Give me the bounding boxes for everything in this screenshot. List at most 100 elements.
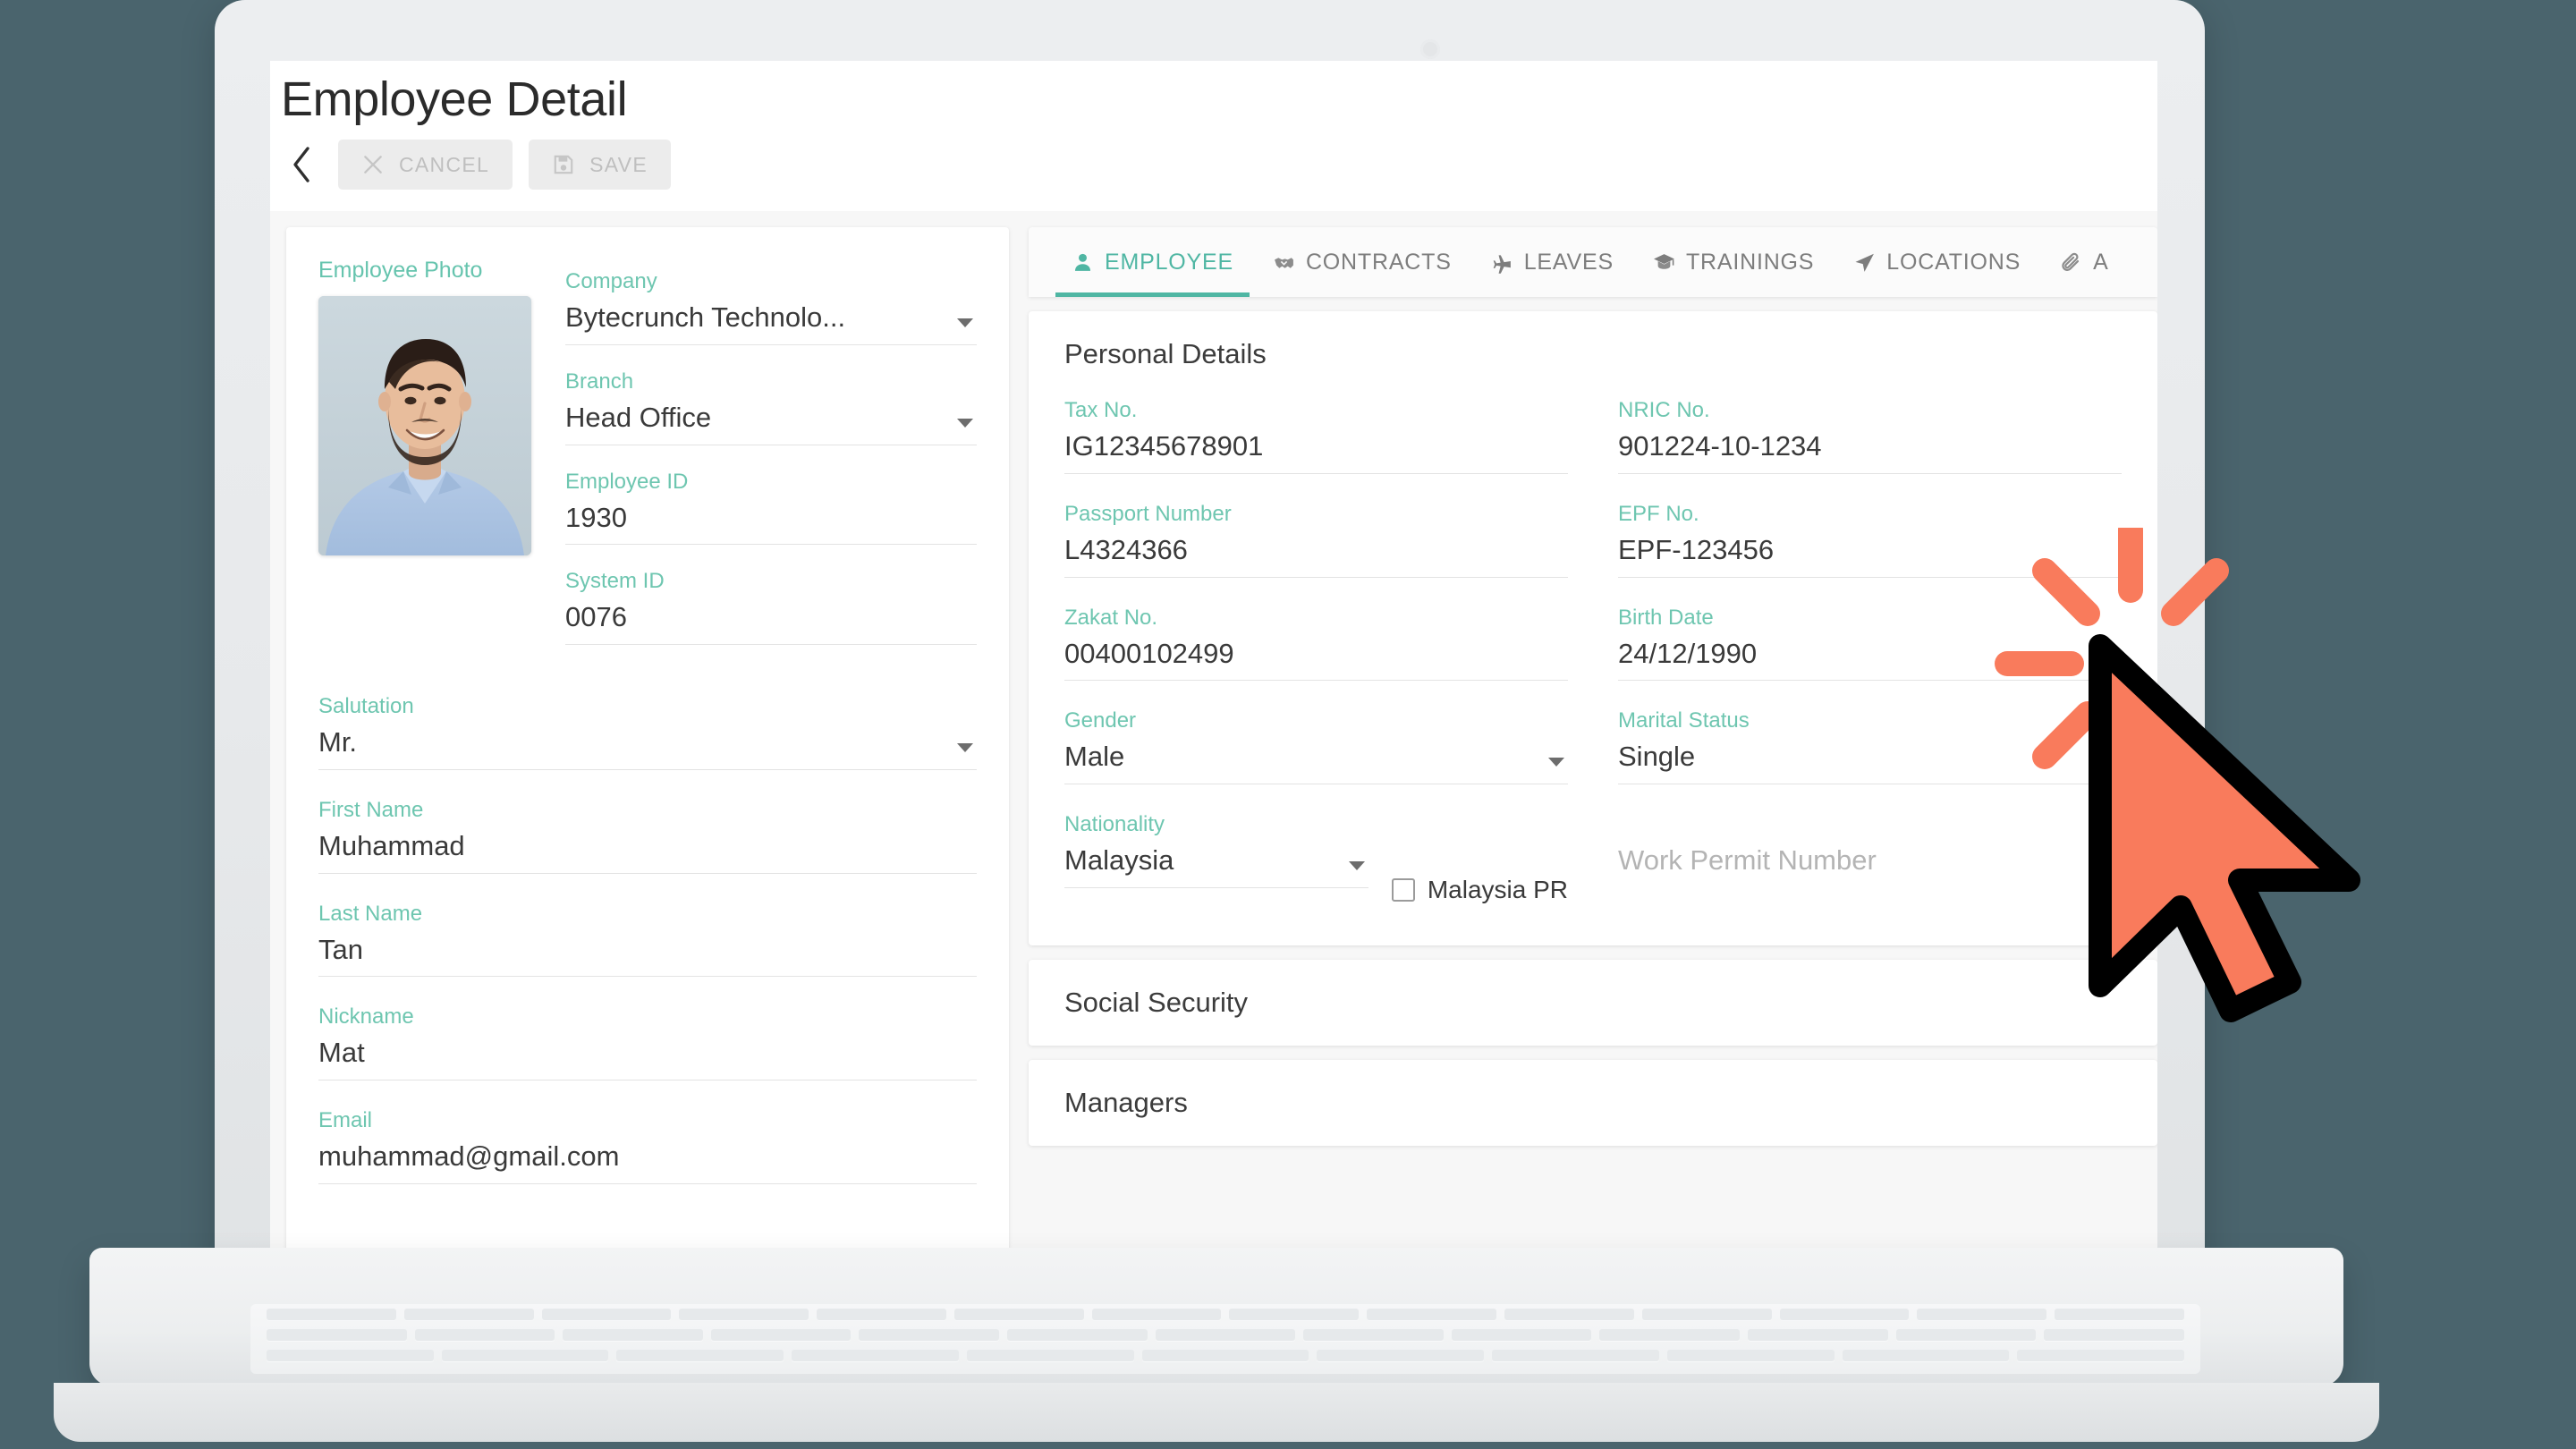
page-title: Employee Detail [281,72,627,127]
field-first-name[interactable]: First Name Muhammad [318,797,977,874]
employee-detail-panel: EMPLOYEE CONTRACTS LEAVES [1029,227,2157,1252]
tab-attachments[interactable]: A [2040,227,2128,297]
field-value: Single [1618,740,2122,784]
field-zakat-no[interactable]: Zakat No. 00400102499 [1064,605,1568,682]
app-screen: Employee Detail CANCEL SAVE [270,61,2157,1252]
social-security-section[interactable]: Social Security [1029,960,2157,1046]
nationality-grid: Nationality Malaysia Malaysia PR [1064,811,2122,915]
field-tax-no[interactable]: Tax No. IG12345678901 [1064,397,1568,474]
employee-photo-column: Employee Photo [318,258,542,668]
tab-trainings[interactable]: TRAININGS [1633,227,1834,297]
field-value: Tan [318,933,977,978]
field-marital-status[interactable]: Marital Status Single [1618,708,2122,784]
field-salutation[interactable]: Salutation Mr. [318,693,977,770]
handshake-icon [1273,251,1295,274]
field-placeholder: Work Permit Number [1618,843,2122,887]
field-value: Bytecrunch Technolo... [565,301,977,345]
graduation-cap-icon [1653,251,1675,274]
field-value: 1930 [565,501,977,546]
field-label: First Name [318,797,977,824]
field-label: Last Name [318,901,977,928]
tab-employee[interactable]: EMPLOYEE [1052,227,1253,297]
field-label: Branch [565,369,977,395]
nationality-row: Nationality Malaysia Malaysia PR [1064,811,1568,915]
field-value: 24/12/1990 [1618,637,2122,682]
field-value: 0076 [565,600,977,645]
field-epf-no[interactable]: EPF No. EPF-123456 [1618,501,2122,578]
person-icon [1072,251,1094,274]
employee-photo-label: Employee Photo [318,258,542,284]
laptop-keyboard [250,1304,2200,1374]
field-work-permit-number[interactable]: Work Permit Number [1618,811,2122,888]
field-passport-number[interactable]: Passport Number L4324366 [1064,501,1568,578]
chevron-down-icon[interactable] [957,419,973,428]
section-title: Social Security [1064,987,1248,1018]
field-value: Muhammad [318,829,977,874]
tab-locations[interactable]: LOCATIONS [1834,227,2040,297]
tab-contracts[interactable]: CONTRACTS [1253,227,1471,297]
field-label: Employee ID [565,469,977,496]
chevron-down-icon[interactable] [957,743,973,752]
personal-details-section: Personal Details Tax No. IG12345678901 N… [1029,311,2157,945]
field-label: Salutation [318,693,977,720]
back-button[interactable] [281,141,322,188]
employee-photo[interactable] [318,296,531,555]
field-value: muhammad@gmail.com [318,1140,977,1184]
field-label: Birth Date [1618,605,2122,631]
chevron-down-icon[interactable] [2102,758,2118,767]
field-branch[interactable]: Branch Head Office [565,369,977,445]
laptop-foot [54,1383,2379,1442]
managers-section[interactable]: Managers [1029,1060,2157,1146]
field-system-id[interactable]: System ID 0076 [565,568,977,645]
paperclip-icon [2060,251,2082,274]
content-area: Employee Photo [270,211,2157,1252]
field-label: System ID [565,568,977,595]
field-value: IG12345678901 [1064,429,1568,474]
field-gender[interactable]: Gender Male [1064,708,1568,784]
section-title: Personal Details [1064,338,2122,370]
field-company[interactable]: Company Bytecrunch Technolo... [565,268,977,345]
chevron-down-icon[interactable] [1349,861,1365,870]
field-label [1618,811,2122,838]
chevron-down-icon[interactable] [957,318,973,327]
photo-and-ids-row: Employee Photo [318,258,977,668]
field-label: Nationality [1064,811,1368,838]
field-value: Mr. [318,725,977,770]
tab-label: LEAVES [1524,250,1614,275]
personal-name-fields: Salutation Mr. First Name Muhammad Last … [318,693,977,1184]
field-nickname[interactable]: Nickname Mat [318,1004,977,1080]
field-label: Email [318,1107,977,1134]
field-last-name[interactable]: Last Name Tan [318,901,977,978]
field-email[interactable]: Email muhammad@gmail.com [318,1107,977,1184]
field-label: Company [565,268,977,295]
checkbox-box-icon[interactable] [1392,878,1415,902]
screenshot-stage: Employee Detail CANCEL SAVE [0,0,2576,1449]
tab-leaves[interactable]: LEAVES [1471,227,1633,297]
field-employee-id[interactable]: Employee ID 1930 [565,469,977,546]
field-value: Head Office [565,401,977,445]
personal-details-grid: Tax No. IG12345678901 NRIC No. 901224-10… [1064,397,2122,811]
field-value: 901224-10-1234 [1618,429,2122,474]
malaysia-pr-label: Malaysia PR [1428,876,1568,904]
field-value: 00400102499 [1064,637,1568,682]
field-value: Malaysia [1064,843,1368,888]
save-button[interactable]: SAVE [529,140,671,190]
avatar-portrait-icon [318,296,531,555]
malaysia-pr-checkbox[interactable]: Malaysia PR [1392,876,1568,915]
identity-fields-column: Company Bytecrunch Technolo... Branch He… [565,258,977,668]
section-title: Managers [1064,1087,1188,1118]
field-label: Nickname [318,1004,977,1030]
send-icon [1853,251,1876,274]
chevron-down-icon[interactable] [1548,758,1564,767]
field-label: Marital Status [1618,708,2122,734]
tab-label: CONTRACTS [1306,250,1452,275]
tab-bar: EMPLOYEE CONTRACTS LEAVES [1029,227,2157,297]
tab-label: LOCATIONS [1886,250,2021,275]
page-toolbar: CANCEL SAVE [281,140,671,190]
field-birth-date[interactable]: Birth Date 24/12/1990 [1618,605,2122,682]
field-value: EPF-123456 [1618,533,2122,578]
cancel-button[interactable]: CANCEL [338,140,513,190]
field-value: Male [1064,740,1568,784]
field-nric-no[interactable]: NRIC No. 901224-10-1234 [1618,397,2122,474]
field-nationality[interactable]: Nationality Malaysia [1064,811,1368,888]
